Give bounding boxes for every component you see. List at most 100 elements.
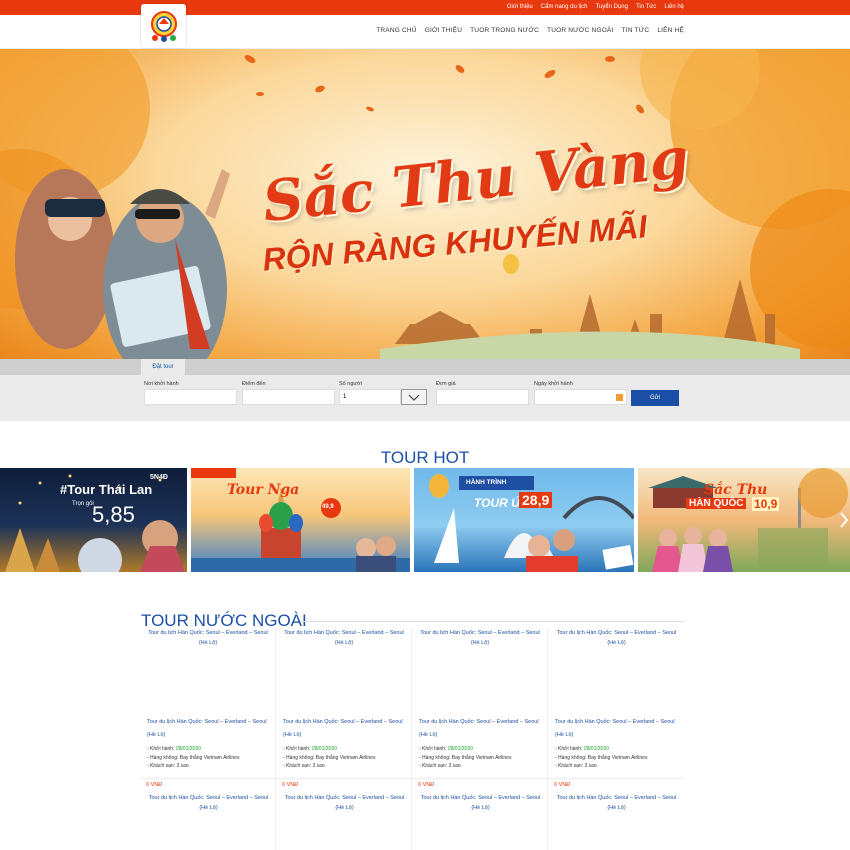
tour-card-info: - Khởi hành: 28/01/2020 - Hàng không: Ba… <box>555 745 683 771</box>
tour-card-info: - Khởi hành: 28/01/2020 - Hàng không: Ba… <box>283 745 411 771</box>
depart-label: - Khởi hành: <box>419 746 447 752</box>
people-label: Số người <box>339 381 362 387</box>
tour-card-info: - Khởi hành: 28/01/2020 - Hàng không: Ba… <box>419 745 547 771</box>
tour-card-info: - Khởi hành: 28/01/2020 - Hàng không: Ba… <box>147 745 275 771</box>
tour-card[interactable]: Tour du lịch Hàn Quốc: Seoul – Everland … <box>413 628 548 850</box>
depart-date: 28/01/2020 <box>447 746 473 752</box>
hotel-text: - Khách sạn: 3 sao <box>555 763 597 769</box>
hotel-text: - Khách sạn: 3 sao <box>419 763 461 769</box>
hot-card-russia[interactable]: Tour Nga 49,9 <box>191 468 410 572</box>
thailand-price: 5,85 <box>92 502 135 527</box>
tour-card-title[interactable]: Tour du lịch Hàn Quốc: Seoul – Everland … <box>141 628 275 648</box>
tour-card-title[interactable]: Tour du lịch Hàn Quốc: Seoul – Everland … <box>549 628 684 648</box>
tour-card-name[interactable]: Tour du lịch Hàn Quốc: Seoul – Everland … <box>555 716 675 742</box>
price-field-group: Đơn giá <box>436 381 529 405</box>
top-links: Giới thiệu Cẩm nang du lịch Tuyển Dụng T… <box>507 3 684 12</box>
depart-date: 28/01/2020 <box>175 746 201 752</box>
date-label: Ngày khởi hành <box>534 381 573 387</box>
departure-input[interactable] <box>144 389 237 405</box>
departure-field-group: Nơi khởi hành <box>144 381 237 405</box>
top-link-news[interactable]: Tin Tức <box>636 3 656 12</box>
tour-hot-carousel: 5N4Đ #Tour Thái Lan Trọn gói 5,85 Tour N… <box>0 468 850 572</box>
tour-card-price: 0 VNĐ <box>418 782 435 788</box>
nav-menu: TRANG CHỦ GIỚI THIỆU TUOR TRONG NƯỚC TUO… <box>376 27 684 34</box>
nav-item-about[interactable]: GIỚI THIỆU <box>425 27 462 34</box>
tour-card[interactable]: Tour du lịch Hàn Quốc: Seoul – Everland … <box>277 628 412 850</box>
tour-card-price: 0 VNĐ <box>554 782 571 788</box>
hot-card-korea[interactable]: Sắc Thu HÀN QUỐC 10,9 <box>638 468 850 572</box>
chevron-down-icon[interactable] <box>401 389 427 405</box>
nav-item-domestic[interactable]: TUOR TRONG NƯỚC <box>470 27 539 34</box>
people-select[interactable]: 1 <box>339 389 427 405</box>
people-value: 1 <box>339 389 401 405</box>
nav-item-foreign[interactable]: TUOR NƯỚC NGOÀI <box>547 27 614 34</box>
tour-card-title[interactable]: Tour du lịch Hàn Quốc: Seoul – Everland … <box>413 628 547 648</box>
airline-text: - Hàng không: Bay thẳng Vietnam Airlines <box>419 754 512 761</box>
tour-card-name[interactable]: Tour du lịch Hàn Quốc: Seoul – Everland … <box>419 716 539 742</box>
nav-item-contact[interactable]: LIÊN HỆ <box>657 27 684 34</box>
destination-input[interactable] <box>242 389 335 405</box>
logo-icon <box>150 11 177 42</box>
russia-price: 49,9 <box>322 504 334 510</box>
tour-card-price: 0 VNĐ <box>146 782 163 788</box>
korea-title-2: HÀN QUỐC <box>686 498 747 509</box>
nav-item-home[interactable]: TRANG CHỦ <box>376 27 416 34</box>
thailand-title: #Tour Thái Lan <box>60 482 153 497</box>
tour-card-name[interactable]: Tour du lịch Hàn Quốc: Seoul – Everland … <box>283 716 403 742</box>
depart-label: - Khởi hành: <box>283 746 311 752</box>
calendar-icon[interactable] <box>616 394 623 401</box>
date-field-group: Ngày khởi hành <box>534 381 627 405</box>
tour-card-title-next[interactable]: Tour du lịch Hàn Quốc: Seoul – Everland … <box>413 793 548 813</box>
australia-artwork <box>429 474 634 572</box>
hot-card-thailand[interactable]: 5N4Đ #Tour Thái Lan Trọn gói 5,85 <box>0 468 187 572</box>
top-link-careers[interactable]: Tuyển Dụng <box>595 3 627 12</box>
carousel-next-icon[interactable] <box>840 512 848 528</box>
hotel-text: - Khách sạn: 3 sao <box>147 763 189 769</box>
tab-book-tour[interactable]: Đặt tour <box>141 359 185 375</box>
hero-banner[interactable]: Sắc Thu Vàng RỘN RÀNG KHUYẾN MÃI <box>0 49 850 359</box>
tour-search: Đặt tour Nơi khởi hành Điểm đến Số người… <box>0 359 850 421</box>
price-label: Đơn giá <box>436 381 456 387</box>
main-nav: TRANG CHỦ GIỚI THIỆU TUOR TRONG NƯỚC TUO… <box>0 15 850 49</box>
departure-label: Nơi khởi hành <box>144 381 179 387</box>
tour-card-title[interactable]: Tour du lịch Hàn Quốc: Seoul – Everland … <box>277 628 411 648</box>
australia-banner: HÀNH TRÌNH <box>466 479 507 486</box>
tour-card-title-next[interactable]: Tour du lịch Hàn Quốc: Seoul – Everland … <box>141 793 276 813</box>
thailand-duration: 5N4Đ <box>150 474 168 481</box>
tour-card-price: 0 VNĐ <box>282 782 299 788</box>
hotel-text: - Khách sạn: 3 sao <box>283 763 325 769</box>
site-logo[interactable] <box>141 4 186 48</box>
depart-date: 28/01/2020 <box>583 746 609 752</box>
russia-artwork <box>191 468 410 572</box>
foreign-tour-grid: Tour du lịch Hàn Quốc: Seoul – Everland … <box>141 628 684 850</box>
top-link-contact[interactable]: Liên hệ <box>664 3 684 12</box>
thailand-price-prefix: Trọn gói <box>72 501 94 507</box>
top-bar: Giới thiệu Cẩm nang du lịch Tuyển Dụng T… <box>0 0 850 15</box>
hot-card-australia[interactable]: HÀNH TRÌNH TOUR ÚC 28,9 <box>414 468 634 572</box>
depart-label: - Khởi hành: <box>555 746 583 752</box>
heading-divider <box>300 621 684 622</box>
date-input[interactable] <box>534 389 627 405</box>
price-input[interactable] <box>436 389 529 405</box>
korea-title: Sắc Thu <box>704 482 768 498</box>
airline-text: - Hàng không: Bay thẳng Vietnam Airlines <box>555 754 648 761</box>
tour-card[interactable]: Tour du lịch Hàn Quốc: Seoul – Everland … <box>549 628 684 850</box>
airline-text: - Hàng không: Bay thẳng Vietnam Airlines <box>147 754 240 761</box>
tour-card[interactable]: Tour du lịch Hàn Quốc: Seoul – Everland … <box>141 628 276 850</box>
airline-text: - Hàng không: Bay thẳng Vietnam Airlines <box>283 754 376 761</box>
tour-card-name[interactable]: Tour du lịch Hàn Quốc: Seoul – Everland … <box>147 716 267 742</box>
russia-title: Tour Nga <box>227 482 300 498</box>
people-field-group: Số người 1 <box>339 381 427 405</box>
destination-label: Điểm đến <box>242 381 266 387</box>
search-submit-button[interactable]: Gửi <box>631 390 679 406</box>
tour-card-title-next[interactable]: Tour du lịch Hàn Quốc: Seoul – Everland … <box>277 793 412 813</box>
top-link-about[interactable]: Giới thiệu <box>507 3 533 12</box>
top-link-guide[interactable]: Cẩm nang du lịch <box>541 3 588 12</box>
australia-price: 28,9 <box>519 492 553 508</box>
destination-field-group: Điểm đến <box>242 381 335 405</box>
nav-item-news[interactable]: TIN TỨC <box>622 27 650 34</box>
search-tabbar: Đặt tour <box>0 359 850 375</box>
depart-date: 28/01/2020 <box>311 746 337 752</box>
depart-label: - Khởi hành: <box>147 746 175 752</box>
tour-card-title-next[interactable]: Tour du lịch Hàn Quốc: Seoul – Everland … <box>549 793 684 813</box>
